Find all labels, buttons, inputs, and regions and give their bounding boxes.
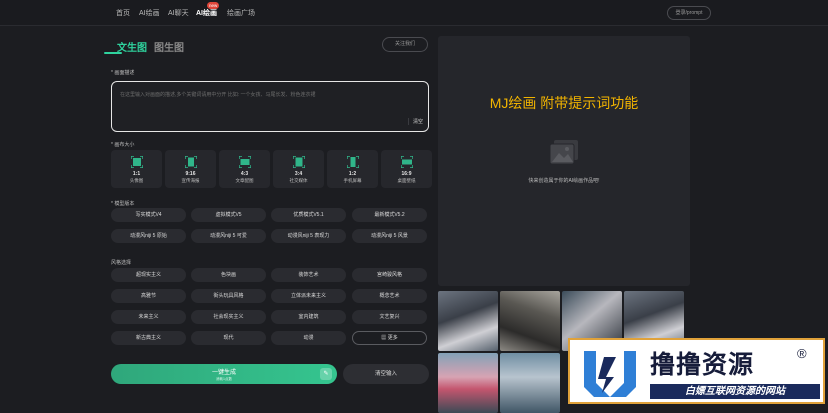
- size-name: 宣传海报: [181, 178, 200, 183]
- size-ratio: 4:3: [240, 171, 249, 177]
- nav-ai-paint[interactable]: AI绘画: [196, 8, 217, 18]
- nav-ai-chat[interactable]: AI聊天: [168, 8, 189, 18]
- size-option-16-9[interactable]: 16:9 桌面壁纸: [381, 150, 432, 188]
- pen-icon: ✎: [320, 368, 332, 380]
- size-option-1-2[interactable]: 1:2 手机屏幕: [327, 150, 378, 188]
- model-label: * 模型版本: [111, 201, 135, 207]
- size-name: 文章配图: [235, 178, 254, 183]
- style-option[interactable]: 装饰艺术: [271, 268, 346, 282]
- new-badge: new: [207, 2, 220, 9]
- watermark-logo-icon: [584, 351, 636, 397]
- model-option[interactable]: 最新模式V5.2: [352, 208, 427, 222]
- generate-label: 一键生成: [211, 370, 236, 376]
- model-option[interactable]: 动漫风niji 5 表现力: [271, 229, 346, 243]
- size-option-4-3[interactable]: 4:3 文章配图: [219, 150, 270, 188]
- watermark-subtitle: 白嫖互联网资源的网站: [650, 384, 820, 399]
- watermark-banner: 撸撸资源 ® 白嫖互联网资源的网站: [568, 338, 825, 404]
- ratio-landscape-icon: [239, 156, 251, 168]
- gallery-thumbnail[interactable]: [500, 353, 560, 413]
- style-option[interactable]: 超现实主义: [111, 268, 186, 282]
- follow-button[interactable]: 关注我们: [382, 37, 428, 52]
- style-option[interactable]: 高雅节: [111, 289, 186, 303]
- prompt-clear-button[interactable]: 清空: [407, 118, 423, 125]
- gallery-thumbnail[interactable]: [438, 291, 498, 351]
- style-option[interactable]: 社会现实主义: [191, 310, 266, 324]
- style-option[interactable]: 概念艺术: [352, 289, 427, 303]
- model-option[interactable]: 优质模式V5.1: [271, 208, 346, 222]
- style-option[interactable]: 未来主义: [111, 310, 186, 324]
- style-option[interactable]: 新古典主义: [111, 331, 186, 345]
- size-name: 社交媒体: [289, 178, 308, 183]
- nav-gallery[interactable]: 绘画广场: [227, 8, 255, 18]
- model-option[interactable]: 动漫风niji 5 原始: [111, 229, 186, 243]
- prompt-input[interactable]: 在这里输入对画面的描述,多个关键词请用中分开 比如: 一个女孩、马尾长发、粉色连…: [111, 81, 429, 132]
- size-ratio: 9:16: [185, 171, 196, 177]
- generate-sub: 消耗1点数: [216, 377, 232, 381]
- model-option[interactable]: 动漫风niji 5 可爱: [191, 229, 266, 243]
- registered-mark: ®: [797, 346, 807, 361]
- nav-ai-draw[interactable]: AI绘画: [139, 8, 160, 18]
- style-more-button[interactable]: ▦ 更多: [352, 331, 427, 345]
- more-label: 更多: [387, 335, 398, 341]
- style-option[interactable]: 色块画: [191, 268, 266, 282]
- model-option[interactable]: 写实模式V4: [111, 208, 186, 222]
- size-ratio: 3:4: [294, 171, 303, 177]
- model-option[interactable]: 动漫风niji 5 风景: [352, 229, 427, 243]
- size-ratio: 1:1: [132, 171, 141, 177]
- login-button[interactable]: 登录/prompt: [667, 6, 711, 20]
- image-placeholder-icon: [549, 140, 578, 165]
- size-name: 手机屏幕: [343, 178, 362, 183]
- style-option[interactable]: 动漫: [271, 331, 346, 345]
- ratio-square-icon: [131, 156, 143, 168]
- tab-underline: [104, 52, 122, 54]
- size-name: 头像图: [129, 178, 144, 183]
- ratio-tall-icon: [347, 156, 359, 168]
- tab-image-to-image[interactable]: 图生图: [154, 39, 184, 54]
- gallery-thumbnail[interactable]: [438, 353, 498, 413]
- size-option-1-1[interactable]: 1:1 头像图: [111, 150, 162, 188]
- size-option-9-16[interactable]: 9:16 宣传海报: [165, 150, 216, 188]
- watermark-title: 撸撸资源: [650, 351, 755, 379]
- generate-button[interactable]: 一键生成 消耗1点数 ✎: [111, 364, 337, 384]
- style-option[interactable]: 宫崎骏风格: [352, 268, 427, 282]
- style-option[interactable]: 街头玩具风格: [191, 289, 266, 303]
- style-label: 风格选择: [111, 260, 132, 266]
- nav-home[interactable]: 首页: [116, 8, 130, 18]
- size-ratio: 1:2: [348, 171, 357, 177]
- preview-title: MJ绘画 附带提示词功能: [489, 95, 639, 111]
- size-option-3-4[interactable]: 3:4 社交媒体: [273, 150, 324, 188]
- ratio-portrait-icon: [185, 156, 197, 168]
- ratio-wide-icon: [401, 156, 413, 168]
- prompt-label: * 画面描述: [111, 70, 135, 76]
- style-option[interactable]: 文艺复兴: [352, 310, 427, 324]
- size-label: * 画布大小: [111, 142, 135, 148]
- style-option[interactable]: 现代: [191, 331, 266, 345]
- size-ratio: 16:9: [401, 171, 412, 177]
- gallery-thumbnail[interactable]: [500, 291, 560, 351]
- prompt-placeholder: 在这里输入对画面的描述,多个关键词请用中分开 比如: 一个女孩、马尾长发、粉色连…: [120, 92, 316, 98]
- style-option[interactable]: 室内建筑: [271, 310, 346, 324]
- preview-panel: MJ绘画 附带提示词功能 快来创造属于你的AI绘画作品吧!: [438, 36, 690, 286]
- model-option[interactable]: 虚拟模式V5: [191, 208, 266, 222]
- style-option[interactable]: 立体派未来主义: [271, 289, 346, 303]
- size-name: 桌面壁纸: [397, 178, 416, 183]
- top-nav: 首页 AI绘画 AI聊天 AI绘画 new 绘画广场 登录/prompt: [0, 0, 828, 26]
- ratio-portrait-icon: [293, 156, 305, 168]
- preview-text: 快来创造属于你的AI绘画作品吧!: [528, 178, 600, 184]
- clear-input-button[interactable]: 清空输入: [343, 364, 429, 384]
